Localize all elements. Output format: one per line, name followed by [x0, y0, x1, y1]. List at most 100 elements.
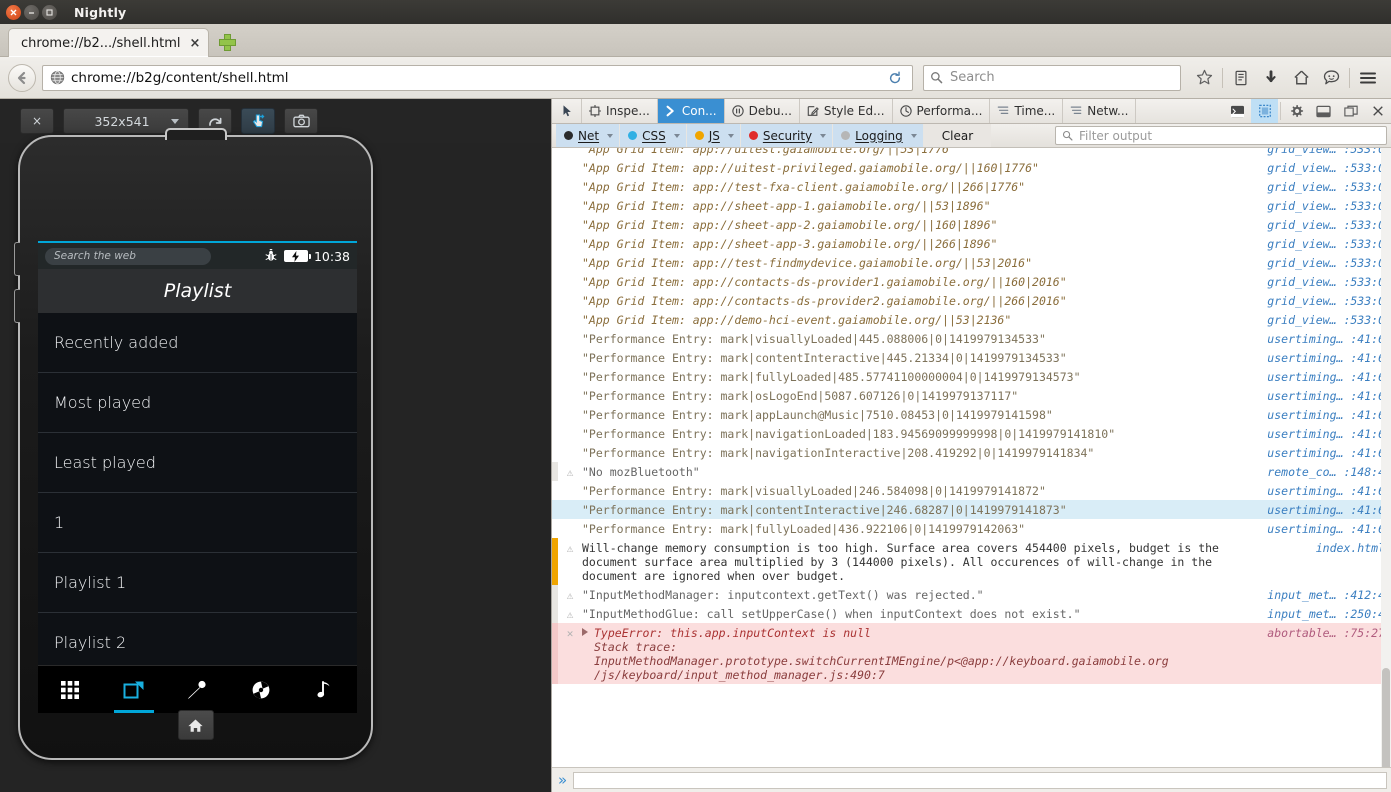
console-message-row[interactable]: ⚠ "InputMethodManager: inputcontext.getTe…	[552, 585, 1391, 604]
close-devtools-button[interactable]	[1364, 99, 1391, 123]
chevron-down-icon[interactable]	[727, 133, 734, 138]
list-item[interactable]: Most played	[38, 373, 357, 433]
console-message-row[interactable]: "App Grid Item: app://sheet-app-2.gaiamo…	[552, 215, 1391, 234]
console-message-source-link[interactable]: grid_view… :533:0	[1267, 237, 1385, 251]
clear-console-button[interactable]: Clear	[923, 124, 992, 147]
list-item[interactable]: 1	[38, 493, 357, 553]
console-message-source-link[interactable]: usertiming… :41:6	[1267, 351, 1385, 365]
home-button[interactable]	[1286, 64, 1316, 92]
console-message-source-link[interactable]: grid_view… :533:0	[1267, 148, 1385, 156]
element-picker-button[interactable]	[552, 99, 582, 123]
tab-debugger[interactable]: Debu...	[725, 99, 800, 123]
search-input[interactable]: Search	[923, 64, 1181, 91]
console-message-row[interactable]: "Performance Entry: mark|fullyLoaded|436…	[552, 519, 1391, 538]
chat-button[interactable]	[1316, 64, 1346, 92]
console-scrollbar[interactable]	[1381, 148, 1391, 788]
console-message-source-link[interactable]: grid_view… :533:0	[1267, 199, 1385, 213]
console-message-row[interactable]: "Performance Entry: mark|contentInteract…	[552, 348, 1391, 367]
tab-timeline[interactable]: Time...	[990, 99, 1064, 123]
console-message-source-link[interactable]: remote_co… :148:4	[1267, 465, 1385, 479]
console-message-source-link[interactable]: index.html	[1277, 541, 1385, 555]
list-item[interactable]: Least played	[38, 433, 357, 493]
console-message-row[interactable]: "App Grid Item: app://test-findmydevice.…	[552, 253, 1391, 272]
console-message-row[interactable]: "Performance Entry: mark|fullyLoaded|485…	[552, 367, 1391, 386]
chevron-down-icon[interactable]	[607, 133, 614, 138]
console-message-source-link[interactable]: grid_view… :533:0	[1267, 180, 1385, 194]
browser-tab[interactable]: chrome://b2.../shell.html ×	[8, 28, 210, 57]
console-input[interactable]	[573, 771, 1387, 789]
screenshot-button[interactable]	[284, 108, 318, 134]
tab-artists[interactable]	[166, 666, 230, 713]
tab-songs[interactable]	[293, 666, 357, 713]
split-console-button[interactable]	[1224, 99, 1251, 123]
console-message-row[interactable]: "App Grid Item: app://sheet-app-3.gaiamo…	[552, 234, 1391, 253]
filter-css[interactable]: CSS	[620, 124, 687, 147]
chevron-down-icon[interactable]	[820, 133, 827, 138]
list-item[interactable]: Playlist 2	[38, 613, 357, 665]
console-prompt-bar[interactable]: »	[552, 767, 1391, 792]
console-message-source-link[interactable]: usertiming… :41:6	[1267, 503, 1385, 517]
touch-simulation-button[interactable]	[241, 108, 275, 134]
console-message-row[interactable]: "App Grid Item: app://sheet-app-1.gaiamo…	[552, 196, 1391, 215]
bookmark-button[interactable]	[1189, 64, 1219, 92]
console-message-source-link[interactable]: usertiming… :41:6	[1267, 484, 1385, 498]
reload-button[interactable]	[884, 67, 906, 89]
console-message-source-link[interactable]: grid_view… :533:0	[1267, 161, 1385, 175]
console-message-source-link[interactable]: usertiming… :41:6	[1267, 408, 1385, 422]
console-message-source-link[interactable]: grid_view… :533:0	[1267, 313, 1385, 327]
list-item[interactable]: Playlist 1	[38, 553, 357, 613]
chevron-down-icon[interactable]	[673, 133, 680, 138]
console-message-source-link[interactable]: grid_view… :533:0	[1267, 294, 1385, 308]
console-message-row[interactable]: "App Grid Item: app://uitest-privileged.…	[552, 158, 1391, 177]
console-message-source-link[interactable]: grid_view… :533:0	[1267, 218, 1385, 232]
window-close-button[interactable]	[6, 4, 21, 20]
tab-albums[interactable]	[229, 666, 293, 713]
window-minimize-button[interactable]	[24, 4, 39, 20]
expand-triangle-icon[interactable]	[582, 627, 588, 636]
console-message-row[interactable]: "App Grid Item: app://test-fxa-client.ga…	[552, 177, 1391, 196]
console-message-source-link[interactable]: usertiming… :41:6	[1267, 427, 1385, 441]
close-icon[interactable]: ×	[189, 37, 200, 50]
console-message-source-link[interactable]: input_met… :412:4	[1267, 588, 1385, 602]
list-item[interactable]: Recently added	[38, 313, 357, 373]
separate-window-button[interactable]	[1337, 99, 1364, 123]
device-screen[interactable]: Search the web 10:38 Playlist Recently a…	[38, 241, 357, 713]
console-message-source-link[interactable]: input_met… :250:4	[1267, 607, 1385, 621]
console-message-row[interactable]: "Performance Entry: mark|osLogoEnd|5087.…	[552, 386, 1391, 405]
console-message-source-link[interactable]: usertiming… :41:6	[1267, 446, 1385, 460]
console-output[interactable]: "App Grid Item: app://uitest.gaiamobile.…	[552, 148, 1391, 767]
url-bar[interactable]: chrome://b2g/content/shell.html	[42, 64, 913, 91]
console-message-row[interactable]: ✕ TypeError: this.app.inputContext is nul…	[552, 623, 1391, 684]
console-message-row[interactable]: "Performance Entry: mark|navigationLoade…	[552, 424, 1391, 443]
filter-logging[interactable]: Logging	[833, 124, 924, 147]
menu-button[interactable]	[1353, 64, 1383, 92]
tab-playlist[interactable]	[102, 666, 166, 713]
console-message-row[interactable]: "Performance Entry: mark|appLaunch@Music…	[552, 405, 1391, 424]
console-message-source-link[interactable]: usertiming… :41:6	[1267, 389, 1385, 403]
settings-button[interactable]	[1283, 99, 1310, 123]
chevron-down-icon[interactable]	[910, 133, 917, 138]
reader-list-button[interactable]	[1226, 64, 1256, 92]
device-volume-down-button[interactable]	[14, 289, 20, 323]
console-message-row[interactable]: "Performance Entry: mark|navigationInter…	[552, 443, 1391, 462]
console-message-row[interactable]: "App Grid Item: app://demo-hci-event.gai…	[552, 310, 1391, 329]
tab-mix[interactable]	[38, 666, 102, 713]
tab-console[interactable]: Con...	[657, 99, 725, 123]
console-message-source-link[interactable]: grid_view… :533:0	[1267, 275, 1385, 289]
console-message-row[interactable]: "Performance Entry: mark|contentInteract…	[552, 500, 1391, 519]
console-message-source-link[interactable]: grid_view… :533:0	[1267, 256, 1385, 270]
console-message-row[interactable]: ⚠ "No mozBluetooth" remote_co… :148:4	[552, 462, 1391, 481]
console-message-source-link[interactable]: usertiming… :41:6	[1267, 332, 1385, 346]
window-maximize-button[interactable]	[42, 4, 57, 20]
filter-security[interactable]: Security	[740, 124, 834, 147]
tab-performance[interactable]: Performa...	[893, 99, 991, 123]
device-volume-up-button[interactable]	[14, 242, 20, 276]
console-message-row[interactable]: ⚠ Will-change memory consumption is too h…	[552, 538, 1391, 585]
console-message-source-link[interactable]: usertiming… :41:6	[1267, 370, 1385, 384]
tab-network[interactable]: Netw...	[1063, 99, 1137, 123]
filter-net[interactable]: Net	[556, 124, 621, 147]
device-search-input[interactable]: Search the web	[45, 247, 211, 265]
back-button[interactable]	[8, 63, 36, 92]
downloads-button[interactable]	[1256, 64, 1286, 92]
console-message-row[interactable]: "App Grid Item: app://contacts-ds-provid…	[552, 291, 1391, 310]
